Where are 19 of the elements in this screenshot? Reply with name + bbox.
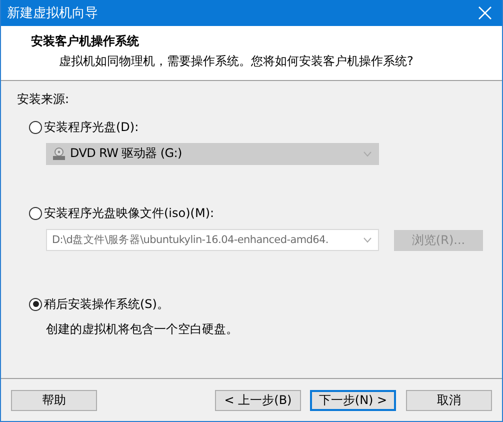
chevron-icon <box>363 237 372 243</box>
radio-button[interactable] <box>29 207 42 220</box>
radio-button[interactable] <box>29 120 42 134</box>
wizard-button[interactable]: 下一步(N) > <box>310 390 396 410</box>
option-note: 创建的虚拟机将包含一个空白硬盘。 <box>46 321 239 338</box>
page-heading: 安装客户机操作系统 <box>31 33 140 50</box>
disc-drive-icon <box>52 146 66 160</box>
help-button[interactable]: 帮助 <box>11 390 97 410</box>
radio-button[interactable] <box>29 298 42 310</box>
section-label: 安装来源: <box>17 91 70 108</box>
chevron-icon <box>363 150 372 156</box>
radio-label[interactable]: 安装程序光盘(D): <box>44 118 139 136</box>
radio-label[interactable]: 稍后安装操作系统(S)。 <box>44 296 169 312</box>
window-title: 新建虚拟机向导 <box>7 5 98 22</box>
wizard-button[interactable]: < 上一步(B) <box>215 390 301 410</box>
close-icon[interactable] <box>478 6 492 20</box>
wizard-button[interactable]: 取消 <box>406 390 492 410</box>
page-description: 虚拟机如同物理机，需要操作系统。您将如何安装客户机操作系统? <box>58 53 414 70</box>
radio-label[interactable]: 安装程序光盘映像文件(iso)(M): <box>44 205 214 222</box>
